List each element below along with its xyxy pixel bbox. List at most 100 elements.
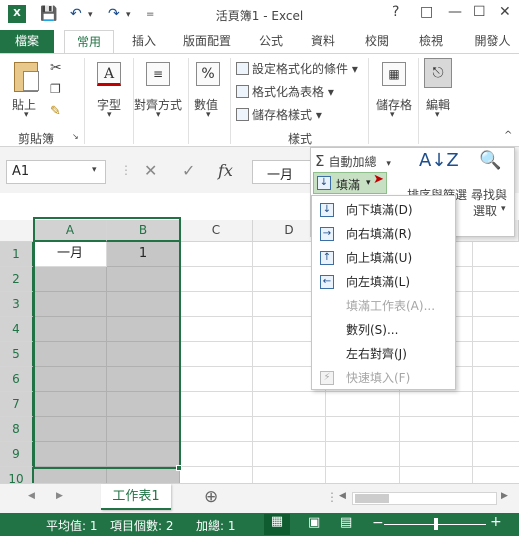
normal-view-icon[interactable]: ▦	[264, 514, 290, 535]
tab-data[interactable]: 資料	[302, 30, 344, 54]
collapse-ribbon-icon[interactable]: ^	[504, 130, 512, 141]
row-header-8[interactable]: 8	[0, 417, 34, 442]
name-box-dropdown-icon[interactable]: ▾	[92, 165, 97, 175]
fill-justify-item[interactable]: 左右對齊(J)	[312, 342, 455, 366]
paste-dropdown-icon[interactable]: ▾	[24, 110, 29, 120]
cells-icon[interactable]: ▦	[382, 62, 406, 86]
cell-a7[interactable]	[34, 392, 107, 417]
cell-a5[interactable]	[34, 342, 107, 367]
cell-a2[interactable]	[34, 267, 107, 292]
row-header-5[interactable]: 5	[0, 342, 34, 367]
tab-developer[interactable]: 開發人	[466, 30, 519, 54]
find-select-label-2[interactable]: 選取	[473, 202, 497, 219]
alignment-icon[interactable]: ≡	[146, 62, 170, 86]
fill-up-item[interactable]: ↑ 向上填滿(U)	[312, 246, 455, 270]
cell-b6[interactable]	[107, 367, 180, 392]
cells-dropdown-icon[interactable]: ▾	[390, 110, 395, 120]
tab-home[interactable]: 常用	[64, 30, 114, 54]
name-box[interactable]: A1	[6, 160, 106, 184]
fill-right-item[interactable]: → 向右填滿(R)	[312, 222, 455, 246]
cell-b10[interactable]	[107, 467, 180, 483]
sort-filter-icon[interactable]: A↓Z	[419, 150, 459, 171]
cell-b2[interactable]	[107, 267, 180, 292]
editing-dropdown-icon[interactable]: ▾	[435, 110, 440, 120]
horizontal-scrollbar-thumb[interactable]	[355, 494, 389, 503]
editing-icon[interactable]: ⎋	[424, 58, 452, 88]
formula-input[interactable]: 一月	[252, 160, 312, 184]
clipboard-launcher-icon[interactable]: ↘	[72, 132, 79, 141]
cut-icon[interactable]: ✂	[50, 60, 62, 76]
cell-b7[interactable]	[107, 392, 180, 417]
cell-b1[interactable]: 1	[107, 242, 180, 267]
zoom-in-button[interactable]: +	[490, 514, 502, 530]
page-layout-view-icon[interactable]: ▣	[308, 515, 320, 530]
help-button[interactable]: ?	[392, 4, 399, 20]
cell-b8[interactable]	[107, 417, 180, 442]
sheet-tab-1[interactable]: 工作表1	[101, 484, 171, 510]
row-header-6[interactable]: 6	[0, 367, 34, 392]
cell-a6[interactable]	[34, 367, 107, 392]
cell-b9[interactable]	[107, 442, 180, 467]
fill-series-item[interactable]: 數列(S)...	[312, 318, 455, 342]
hscroll-right-icon[interactable]: ▶	[501, 491, 508, 501]
conditional-formatting-button[interactable]: 設定格式化的條件 ▾	[236, 60, 358, 77]
alignment-dropdown-icon[interactable]: ▾	[156, 110, 161, 120]
row-header-1[interactable]: 1	[0, 242, 34, 267]
cell-a3[interactable]	[34, 292, 107, 317]
row-header-7[interactable]: 7	[0, 392, 34, 417]
cell-a4[interactable]	[34, 317, 107, 342]
find-select-dropdown-icon[interactable]: ▾	[501, 204, 506, 214]
page-break-preview-icon[interactable]: ▤	[340, 515, 352, 530]
cell-b3[interactable]	[107, 292, 180, 317]
horizontal-scrollbar-track[interactable]	[352, 492, 497, 505]
find-select-label-1[interactable]: 尋找與	[471, 186, 507, 203]
cell-b4[interactable]	[107, 317, 180, 342]
row-header-4[interactable]: 4	[0, 317, 34, 342]
tab-formulas[interactable]: 公式	[250, 30, 292, 54]
row-header-2[interactable]: 2	[0, 267, 34, 292]
close-button[interactable]: ✕	[499, 4, 511, 20]
fill-left-item[interactable]: ← 向左填滿(L)	[312, 270, 455, 294]
tab-page-layout[interactable]: 版面配置	[174, 30, 240, 54]
scroll-left-icon[interactable]: ◀	[28, 491, 35, 501]
ribbon-display-icon[interactable]: □	[420, 4, 433, 20]
zoom-out-button[interactable]: −	[372, 515, 384, 531]
cell-b5[interactable]	[107, 342, 180, 367]
font-icon[interactable]: A	[97, 62, 121, 86]
scroll-right-icon[interactable]: ▶	[56, 491, 63, 501]
cell-a1[interactable]: 一月	[34, 242, 107, 267]
column-c-cells[interactable]	[180, 242, 253, 483]
autosum-button[interactable]: Σ 自動加總 ▾	[315, 152, 391, 170]
fill-handle[interactable]	[176, 465, 182, 471]
row-header-9[interactable]: 9	[0, 442, 34, 467]
tab-view[interactable]: 檢視	[410, 30, 452, 54]
minimize-button[interactable]: —	[448, 4, 462, 20]
tab-file[interactable]: 檔案	[0, 30, 54, 54]
column-header-b[interactable]: B	[107, 220, 180, 242]
row-header-3[interactable]: 3	[0, 292, 34, 317]
tab-split-grip-icon[interactable]: ⋮	[326, 490, 338, 504]
tab-insert[interactable]: 插入	[124, 30, 164, 54]
format-painter-icon[interactable]: ✎	[50, 104, 61, 119]
cell-styles-button[interactable]: 儲存格樣式 ▾	[236, 106, 322, 123]
column-header-a[interactable]: A	[34, 220, 107, 242]
format-as-table-button[interactable]: 格式化為表格 ▾	[236, 83, 334, 100]
insert-function-button[interactable]: fx	[218, 161, 233, 180]
number-dropdown-icon[interactable]: ▾	[206, 110, 211, 120]
hscroll-left-icon[interactable]: ◀	[339, 491, 346, 501]
find-select-icon[interactable]: 🔍	[479, 150, 501, 171]
cell-a8[interactable]	[34, 417, 107, 442]
cancel-entry-icon[interactable]: ✕	[144, 161, 157, 180]
number-format-icon[interactable]: %	[196, 62, 220, 86]
copy-icon[interactable]: ❐	[50, 82, 61, 96]
row-header-10[interactable]: 10	[0, 467, 34, 483]
cell-a10[interactable]	[34, 467, 107, 483]
cell-a9[interactable]	[34, 442, 107, 467]
maximize-button[interactable]: ☐	[473, 4, 486, 20]
tab-review[interactable]: 校閱	[356, 30, 398, 54]
column-header-c[interactable]: C	[180, 220, 253, 242]
new-sheet-button[interactable]: ⊕	[204, 487, 218, 507]
fill-down-item[interactable]: ↓ 向下填滿(D)	[312, 198, 455, 222]
enter-entry-icon[interactable]: ✓	[182, 161, 195, 180]
font-dropdown-icon[interactable]: ▾	[107, 110, 112, 120]
